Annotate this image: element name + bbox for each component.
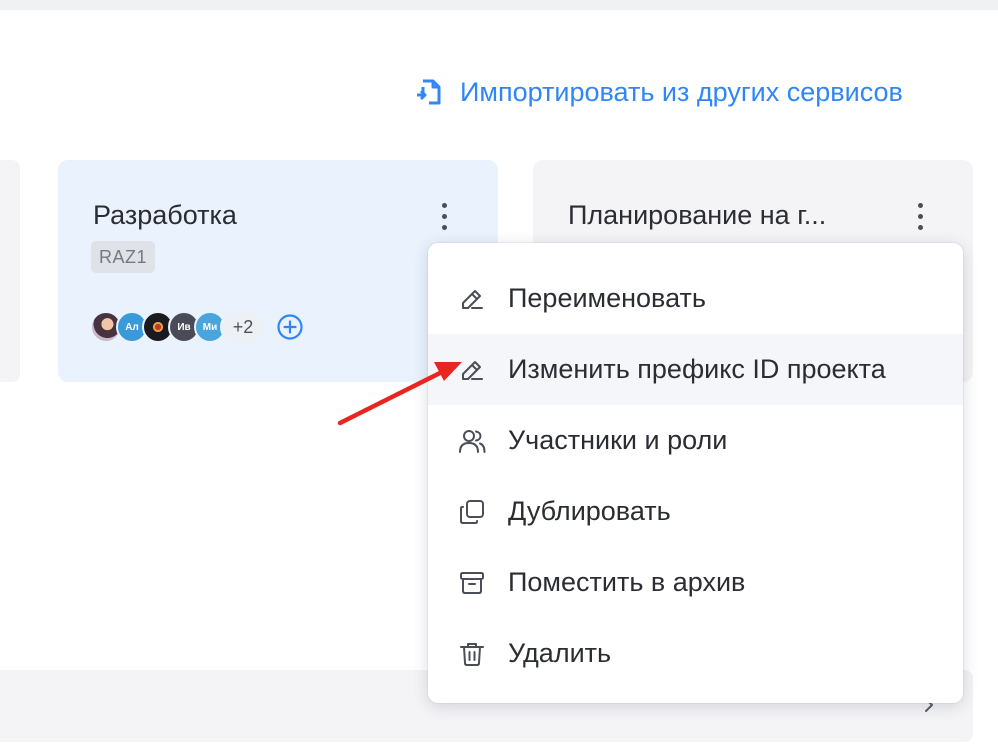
menu-item-label: Дублировать <box>508 496 671 526</box>
dot <box>441 202 447 208</box>
project-card-partial[interactable] <box>0 160 20 382</box>
trash-icon <box>458 640 486 668</box>
dot <box>917 213 923 219</box>
menu-item-label: Изменить префикс ID проекта <box>508 354 886 384</box>
add-member-button[interactable] <box>276 313 304 341</box>
plus-circle-icon <box>277 314 303 340</box>
menu-item-delete[interactable]: Удалить <box>428 618 963 689</box>
members-avatars[interactable]: Ал Ив Ми +2 <box>90 310 304 344</box>
users-icon <box>458 427 486 455</box>
archive-icon <box>458 569 486 597</box>
dot <box>441 213 447 219</box>
import-link-label: Импортировать из других сервисов <box>460 76 903 107</box>
top-strip <box>0 0 998 10</box>
project-more-button[interactable] <box>432 198 456 234</box>
import-file-icon <box>417 79 441 105</box>
menu-item-label: Поместить в архив <box>508 567 746 597</box>
pencil-icon <box>458 356 486 384</box>
menu-item-label: Участники и роли <box>508 425 728 455</box>
menu-item-duplicate[interactable]: Дублировать <box>428 476 963 547</box>
project-title: Разработка <box>93 200 237 230</box>
menu-item-label: Удалить <box>508 638 612 668</box>
project-more-button[interactable] <box>908 198 932 234</box>
project-prefix-badge: RAZ1 <box>91 241 156 273</box>
menu-item-rename[interactable]: Переименовать <box>428 263 963 334</box>
more-members-badge: +2 <box>220 310 266 344</box>
pencil-icon <box>458 285 486 313</box>
menu-item-change-prefix[interactable]: Изменить префикс ID проекта <box>428 334 963 405</box>
menu-item-label: Переименовать <box>508 283 706 313</box>
duplicate-icon <box>458 498 486 526</box>
dot <box>917 202 923 208</box>
project-title: Планирование на г... <box>568 200 827 230</box>
menu-item-archive[interactable]: Поместить в архив <box>428 547 963 618</box>
project-context-menu: Переименовать Изменить префикс ID проект… <box>428 243 963 703</box>
menu-item-members-roles[interactable]: Участники и роли <box>428 405 963 476</box>
dot <box>441 224 447 230</box>
dot <box>917 224 923 230</box>
import-from-services-link[interactable]: Импортировать из других сервисов <box>412 72 903 112</box>
